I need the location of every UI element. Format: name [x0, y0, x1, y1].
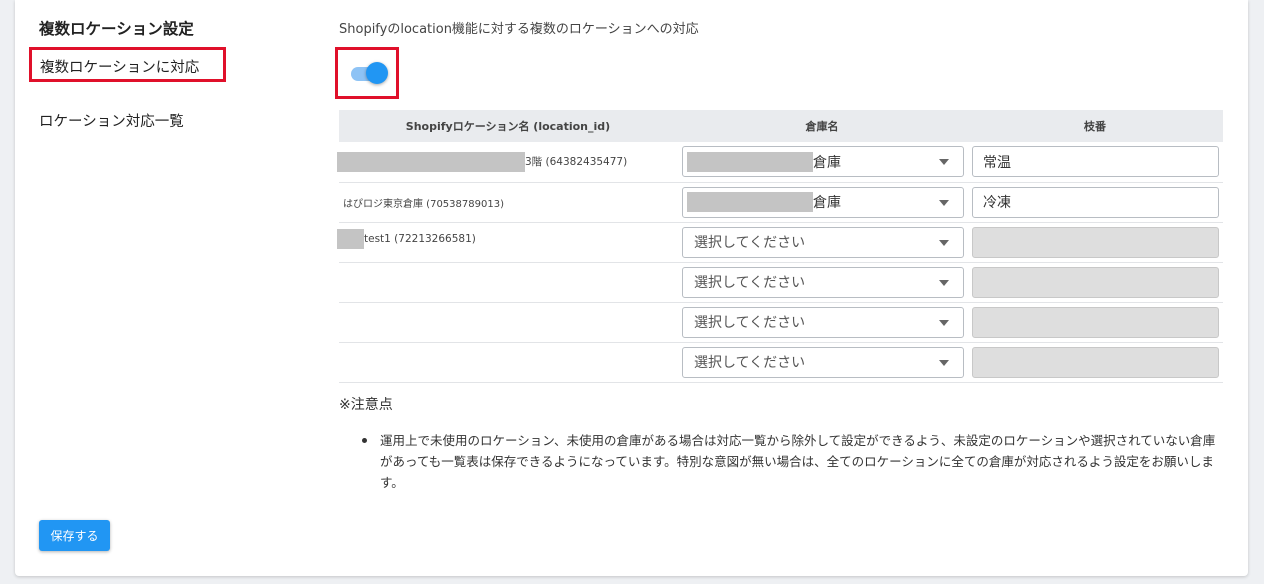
chevron-down-icon — [939, 279, 949, 286]
chevron-down-icon — [939, 319, 949, 326]
location-name: はぴロジ東京倉庫 (70538789013) — [343, 198, 504, 210]
location-name: test1 (72213266581) — [337, 229, 677, 249]
branch-input[interactable]: 常温 — [972, 146, 1219, 178]
note-item: 運用上で未使用のロケーション、未使用の倉庫がある場合は対応一覧から除外して設定が… — [360, 430, 1220, 493]
location-id-text: 3階 (64382435477) — [525, 156, 628, 169]
table-row: はぴロジ東京倉庫 (70538789013) 倉庫 冷凍 — [339, 182, 1223, 223]
warehouse-select[interactable]: 選択してください — [682, 346, 964, 378]
chevron-down-icon — [939, 239, 949, 246]
chevron-down-icon — [939, 199, 949, 206]
warehouse-select[interactable]: 倉庫 — [682, 146, 964, 178]
warehouse-select-value: 倉庫 — [813, 154, 841, 171]
notes-title: ※注意点 — [339, 397, 393, 413]
warehouse-select-placeholder: 選択してください — [694, 355, 806, 371]
warehouse-select[interactable]: 選択してください — [682, 226, 964, 258]
table-row: 選択してください — [339, 342, 1223, 383]
warehouse-select-value: 倉庫 — [813, 195, 841, 211]
location-id-text: test1 (72213266581) — [364, 233, 476, 245]
table-row: 選択してください — [339, 262, 1223, 303]
header-location: Shopifyロケーション名 (location_id) — [339, 110, 677, 142]
branch-input-disabled — [972, 266, 1219, 298]
warehouse-select[interactable]: 選択してください — [682, 306, 964, 338]
table-row: test1 (72213266581) 選択してください — [337, 222, 1223, 263]
redacted-block — [337, 151, 525, 172]
warehouse-select-placeholder: 選択してください — [694, 235, 806, 251]
chevron-down-icon — [939, 359, 949, 366]
chevron-down-icon — [939, 159, 949, 166]
branch-input-disabled — [972, 226, 1219, 258]
save-button[interactable]: 保存する — [39, 520, 110, 551]
header-branch: 枝番 — [967, 110, 1223, 142]
toggle-knob[interactable] — [366, 62, 388, 84]
multi-location-label: 複数ロケーションに対応 — [29, 47, 226, 82]
redacted-block — [337, 229, 364, 249]
notes-list: 運用上で未使用のロケーション、未使用の倉庫がある場合は対応一覧から除外して設定が… — [360, 430, 1220, 493]
location-name: 3階 (64382435477) — [337, 151, 677, 172]
branch-input-disabled — [972, 306, 1219, 338]
header-warehouse: 倉庫名 — [677, 110, 967, 142]
warehouse-select[interactable]: 選択してください — [682, 266, 964, 298]
branch-input-disabled — [972, 346, 1219, 378]
table-row: 選択してください — [339, 302, 1223, 343]
warehouse-select-placeholder: 選択してください — [694, 275, 806, 291]
table-header-row: Shopifyロケーション名 (location_id) 倉庫名 枝番 — [339, 110, 1223, 142]
branch-input[interactable]: 冷凍 — [972, 186, 1219, 218]
multi-location-description: Shopifyのlocation機能に対する複数のロケーションへの対応 — [339, 22, 699, 37]
highlight-frame — [335, 47, 399, 99]
warehouse-select[interactable]: 倉庫 — [682, 186, 964, 218]
warehouse-select-placeholder: 選択してください — [694, 315, 806, 331]
redacted-block — [687, 151, 813, 172]
redacted-block — [687, 192, 813, 212]
location-mapping-table: Shopifyロケーション名 (location_id) 倉庫名 枝番 3階 (… — [337, 110, 1223, 383]
section-title: 複数ロケーション設定 — [39, 20, 194, 38]
table-row: 3階 (64382435477) 倉庫 常温 — [337, 142, 1223, 183]
location-list-label: ロケーション対応一覧 — [39, 114, 184, 130]
